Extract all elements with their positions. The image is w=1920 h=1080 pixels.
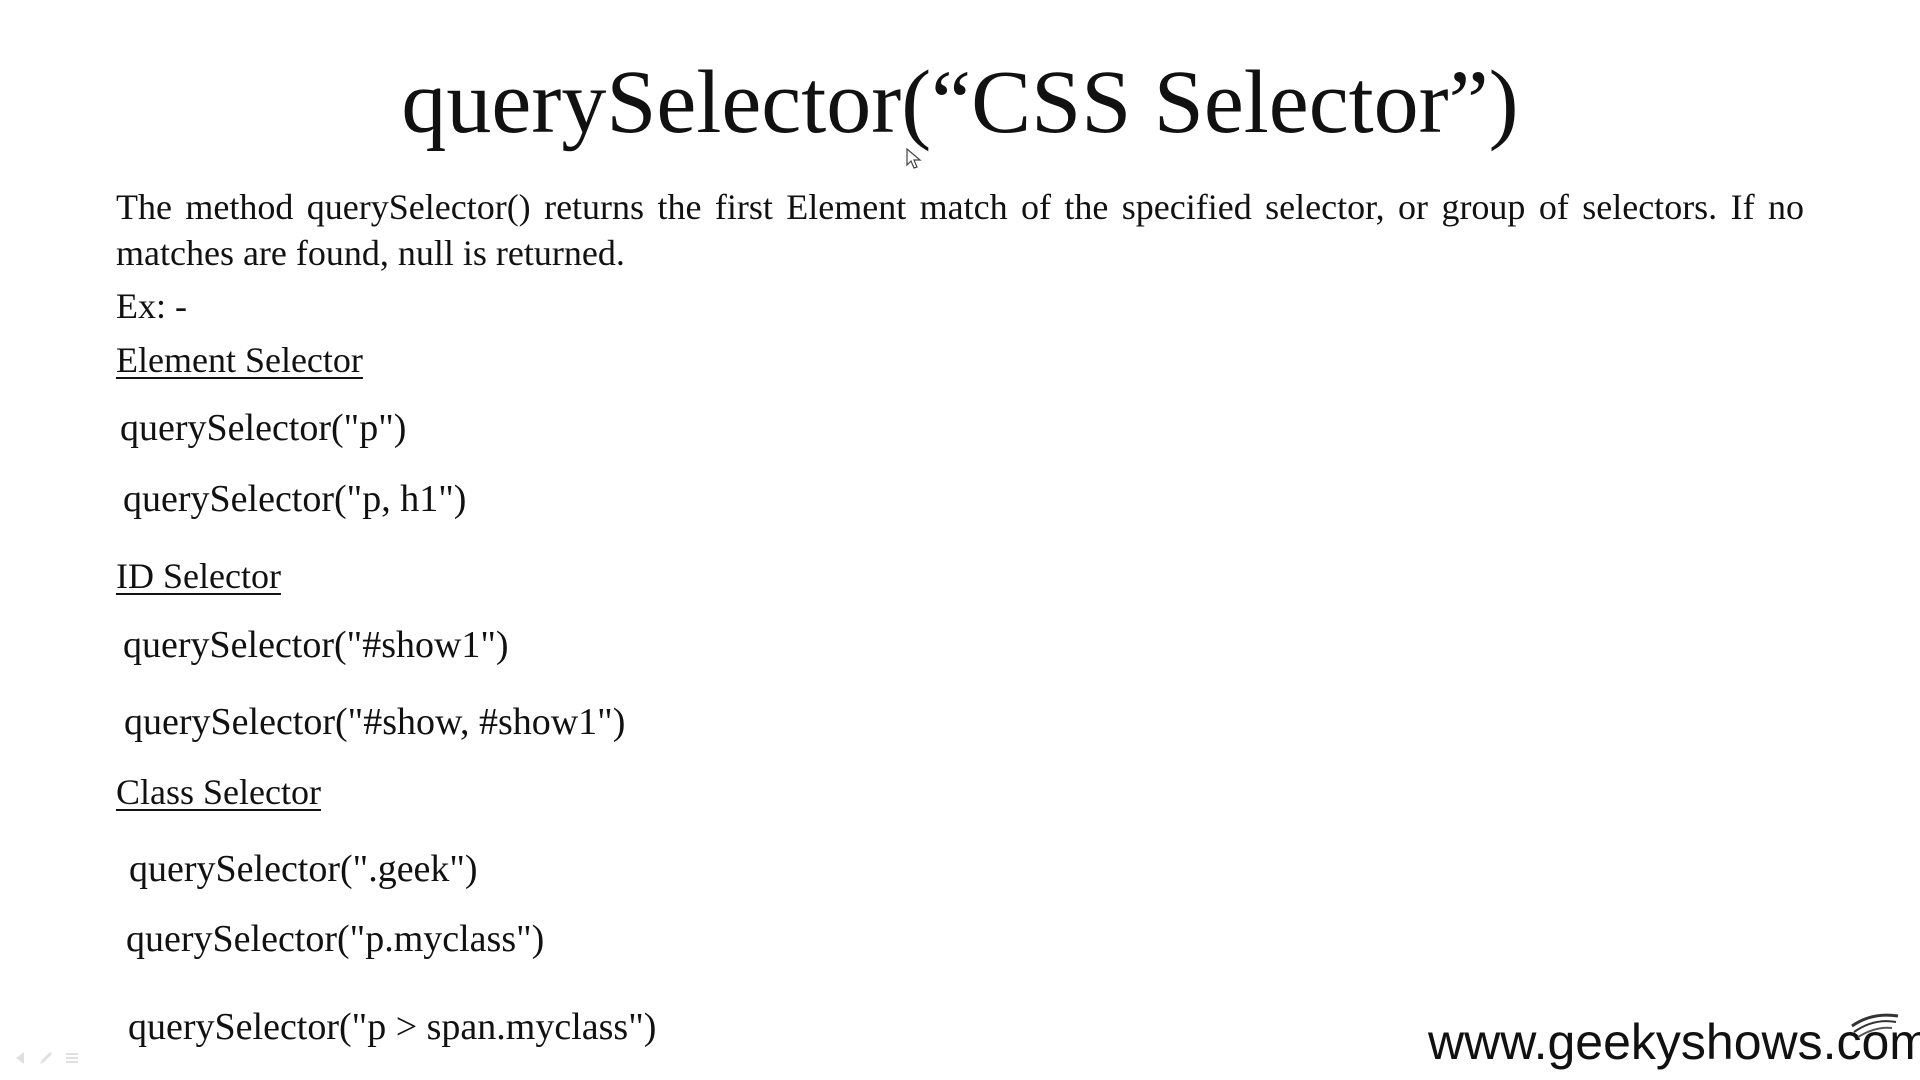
code-example-element-p: querySelector("p") <box>120 407 407 449</box>
slide-navigation-controls <box>12 1050 80 1066</box>
description-text: The method querySelector() returns the f… <box>116 187 1804 273</box>
mouse-pointer-icon <box>906 148 922 169</box>
slide-menu-icon[interactable] <box>64 1050 80 1066</box>
code-example-element-p-h1: querySelector("p, h1") <box>123 478 467 520</box>
site-watermark: www.geekyshows.com <box>1428 1014 1920 1070</box>
code-example-class-span-myclass: querySelector("p > span.myclass") <box>128 1006 657 1048</box>
pen-tool-icon[interactable] <box>38 1050 54 1066</box>
code-example-class-p-myclass: querySelector("p.myclass") <box>126 918 545 960</box>
previous-slide-icon[interactable] <box>12 1050 28 1066</box>
section-heading-class-selector: Class Selector <box>116 772 321 812</box>
code-example-class-geek: querySelector(".geek") <box>129 848 478 890</box>
slide-title: querySelector(“CSS Selector”) <box>401 53 1519 152</box>
example-label: Ex: - <box>116 286 187 326</box>
swoosh-logo-icon <box>1851 1013 1899 1038</box>
section-heading-element-selector: Element Selector <box>116 340 363 380</box>
code-example-id-show-show1: querySelector("#show, #show1") <box>124 701 626 743</box>
code-example-id-show1: querySelector("#show1") <box>123 624 509 666</box>
section-heading-id-selector: ID Selector <box>116 556 281 596</box>
